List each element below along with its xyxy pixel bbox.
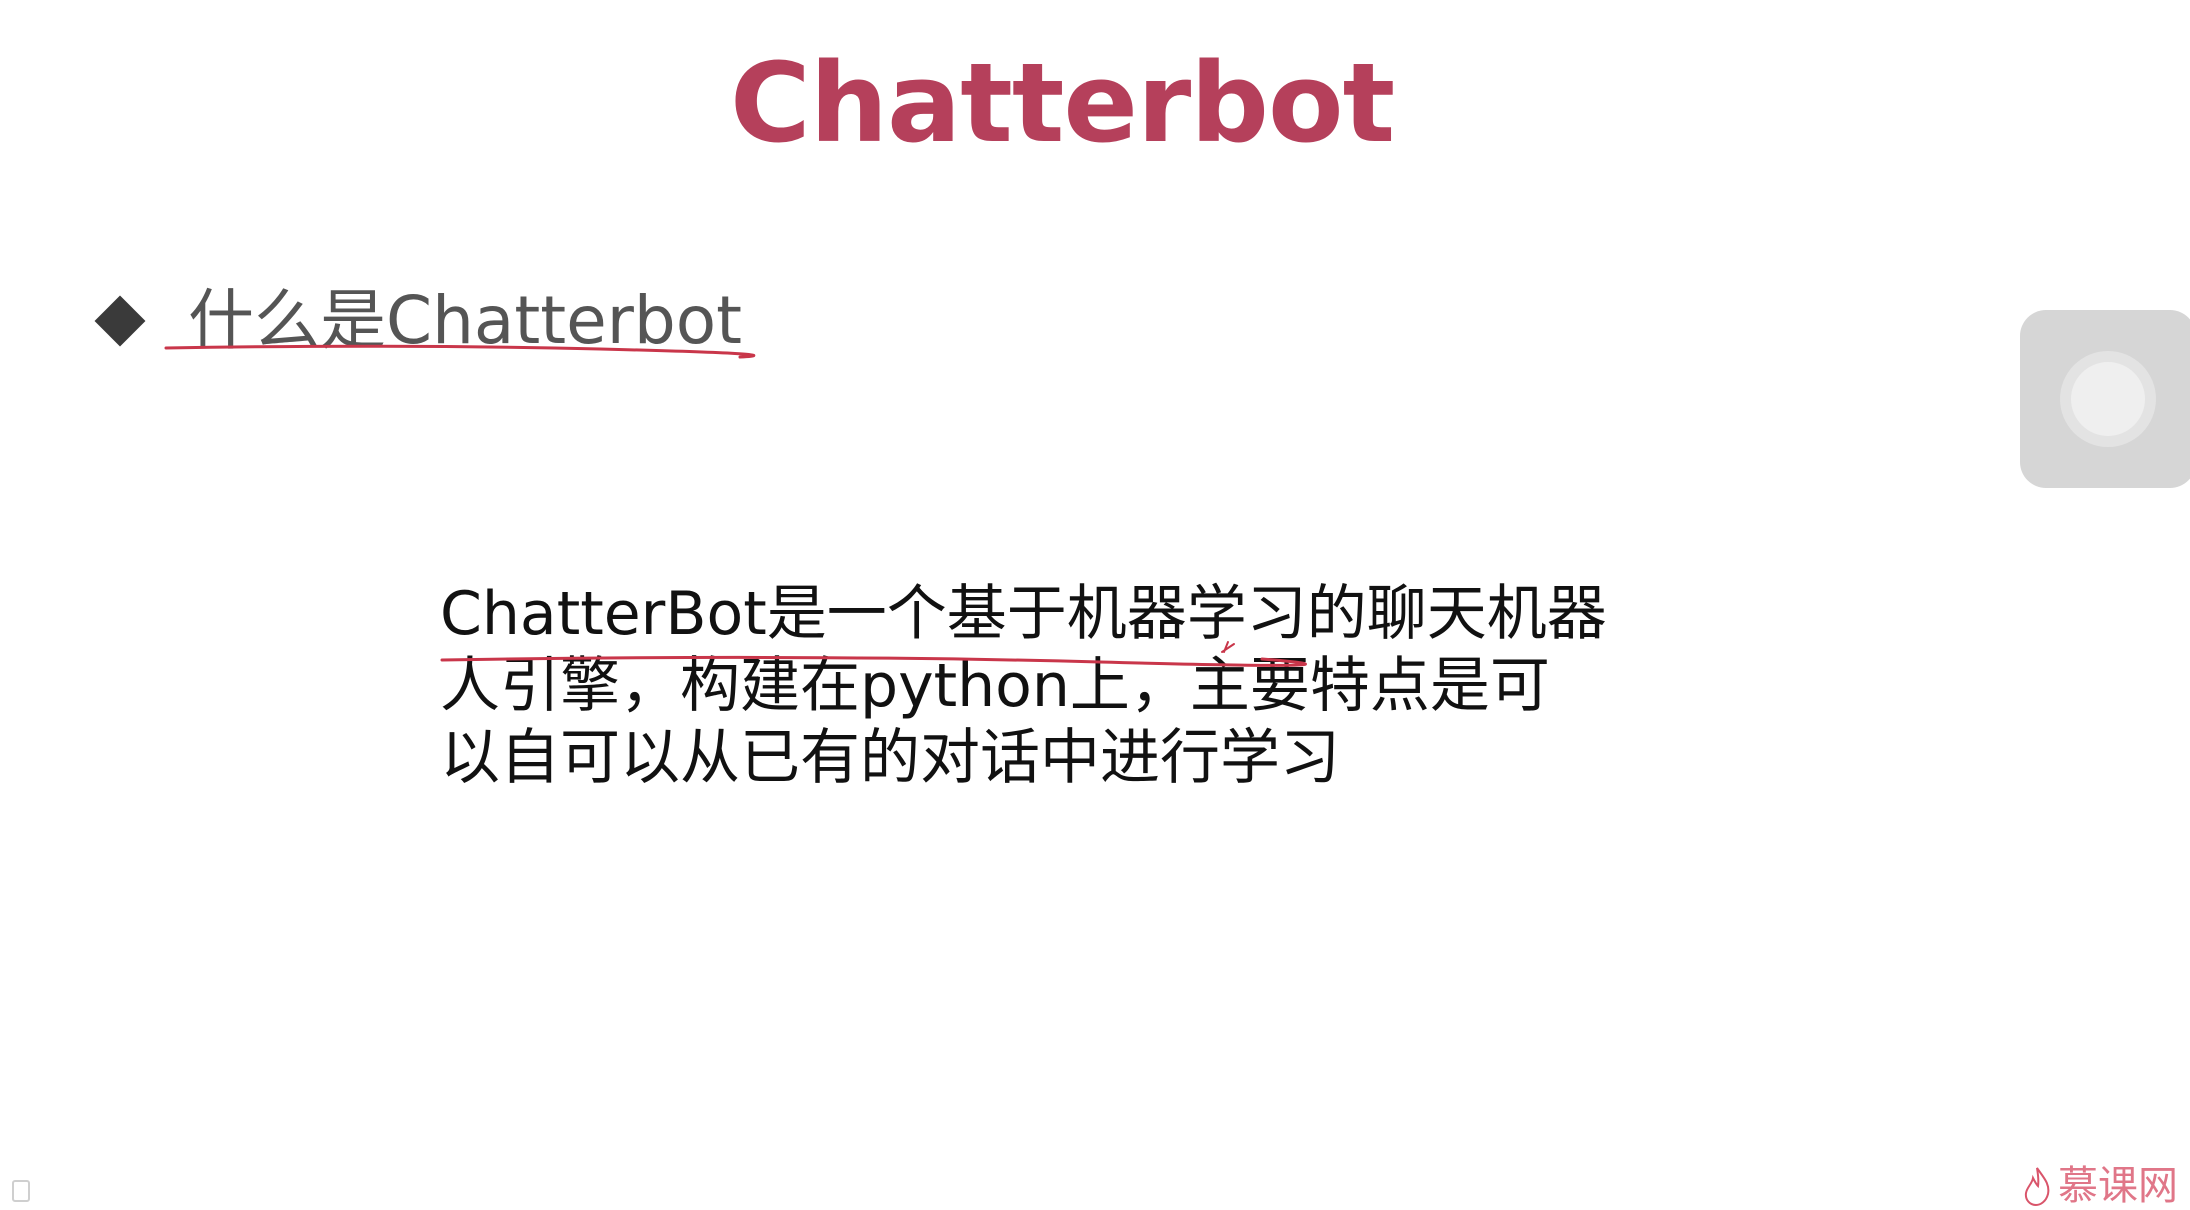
- bullet-item: 什么是Chatterbot: [92, 276, 742, 366]
- logo: 慕课网: [2022, 1162, 2178, 1210]
- circle-icon: [2060, 351, 2156, 447]
- body-line-1: ChatterBot是一个基于机器学习的聊天机器: [440, 579, 1607, 649]
- floating-button[interactable]: [2020, 310, 2190, 488]
- body-line-2: 人引擎，构建在python上，主要特点是可: [440, 651, 1550, 721]
- slide: Chatterbot 什么是Chatterbot ChatterBot是一个基于…: [0, 0, 2190, 1210]
- bullet-text: 什么是Chatterbot: [188, 282, 743, 359]
- flame-icon: [2024, 1167, 2050, 1206]
- body-paragraph: ChatterBot是一个基于机器学习的聊天机器 人引擎，构建在python上，…: [440, 578, 1620, 794]
- slide-title: Chatterbot: [730, 39, 1395, 167]
- diamond-bullet-icon: [94, 295, 146, 347]
- logo-text: 慕课网: [2058, 1163, 2178, 1209]
- page-icon: [12, 1180, 30, 1202]
- body-line-3: 以自可以从已有的对话中进行学习: [440, 723, 1340, 793]
